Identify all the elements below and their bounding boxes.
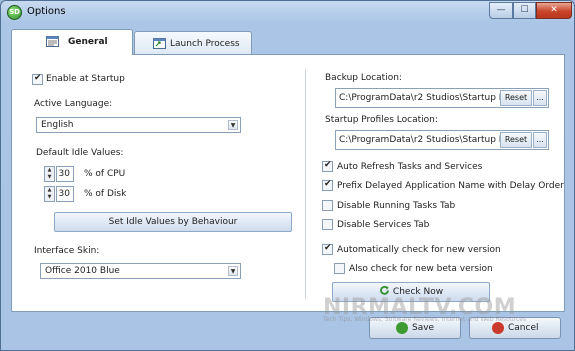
language-dropdown[interactable]: English ▼ [36, 117, 241, 133]
title-bar[interactable]: SD Options — ☐ ✕ [1, 1, 574, 25]
enable-startup-label: Enable at Startup [46, 74, 125, 84]
backup-location-label: Backup Location: [325, 73, 402, 83]
backup-reset-button[interactable]: Reset [500, 90, 532, 106]
beta-version-label: Also check for new beta version [349, 264, 493, 274]
cpu-spinner[interactable]: ▲ ▼ [44, 166, 55, 182]
tab-launch-process-label: Launch Process [170, 39, 240, 49]
skin-value: Office 2010 Blue [45, 266, 120, 276]
tab-general-label: General [68, 37, 108, 47]
auto-check-version-checkbox[interactable] [322, 243, 333, 255]
set-idle-by-behaviour-button[interactable]: Set Idle Values by Behaviour [54, 212, 292, 232]
cpu-label: % of CPU [84, 169, 126, 179]
spin-up-icon[interactable]: ▲ [45, 167, 54, 174]
language-value: English [41, 120, 74, 130]
launch-process-icon [153, 38, 166, 49]
backup-path: C:\ProgramData\r2 Studios\Startup Del [339, 93, 514, 103]
cancel-button[interactable]: Cancel [469, 317, 561, 339]
tab-launch-process[interactable]: Launch Process [134, 31, 252, 55]
refresh-icon [380, 286, 389, 295]
prefix-delay-order-label: Prefix Delayed Application Name with Del… [337, 181, 564, 191]
prefix-delay-order-checkbox[interactable] [322, 179, 333, 191]
disable-services-checkbox[interactable] [322, 219, 333, 230]
disk-input[interactable]: 30 [56, 186, 74, 202]
auto-check-version-label: Automatically check for new version [337, 245, 501, 255]
checkmark-icon [396, 322, 408, 334]
save-button[interactable]: Save [369, 317, 461, 339]
general-settings-icon [46, 36, 59, 47]
column-divider [305, 69, 306, 299]
spin-down-icon[interactable]: ▼ [45, 174, 54, 181]
save-label: Save [412, 323, 435, 333]
chevron-down-icon: ▼ [228, 266, 238, 276]
window-title: Options [27, 6, 66, 17]
disable-running-tasks-checkbox[interactable] [322, 200, 333, 211]
interface-skin-label: Interface Skin: [34, 246, 100, 256]
tab-general[interactable]: General [11, 29, 133, 55]
spin-down-icon[interactable]: ▼ [45, 194, 54, 201]
maximize-button[interactable]: ☐ [513, 2, 536, 19]
profiles-reset-button[interactable]: Reset [500, 132, 532, 148]
profiles-browse-button[interactable]: ... [533, 132, 547, 148]
general-panel: Enable at Startup Active Language: Engli… [11, 54, 565, 312]
default-idle-label: Default Idle Values: [36, 148, 124, 158]
profiles-path: C:\ProgramData\r2 Studios\Startup Del [339, 135, 514, 145]
active-language-label: Active Language: [34, 99, 113, 109]
beta-version-checkbox[interactable] [334, 263, 345, 274]
spin-up-icon[interactable]: ▲ [45, 187, 54, 194]
close-button[interactable]: ✕ [536, 2, 572, 19]
cpu-input[interactable]: 30 [56, 166, 74, 182]
auto-refresh-checkbox[interactable] [322, 160, 333, 172]
backup-location-field[interactable]: C:\ProgramData\r2 Studios\Startup Del Re… [335, 88, 549, 108]
check-now-button[interactable]: Check Now [332, 282, 490, 302]
disk-label: % of Disk [84, 189, 127, 199]
cancel-icon [492, 322, 504, 334]
backup-browse-button[interactable]: ... [533, 90, 547, 106]
check-now-label: Check Now [392, 287, 444, 297]
chevron-down-icon: ▼ [228, 120, 238, 130]
profiles-location-field[interactable]: C:\ProgramData\r2 Studios\Startup Del Re… [335, 130, 549, 150]
skin-dropdown[interactable]: Office 2010 Blue ▼ [40, 263, 241, 279]
app-icon: SD [7, 5, 22, 20]
disable-running-tasks-label: Disable Running Tasks Tab [337, 201, 456, 211]
options-window: SD Options — ☐ ✕ General Launch Process … [0, 0, 575, 351]
disk-spinner[interactable]: ▲ ▼ [44, 186, 55, 202]
cancel-label: Cancel [508, 323, 539, 333]
disable-services-label: Disable Services Tab [337, 220, 430, 230]
minimize-button[interactable]: — [489, 2, 513, 19]
enable-startup-checkbox[interactable] [32, 73, 43, 85]
auto-refresh-label: Auto Refresh Tasks and Services [337, 162, 483, 172]
profiles-location-label: Startup Profiles Location: [325, 115, 438, 125]
